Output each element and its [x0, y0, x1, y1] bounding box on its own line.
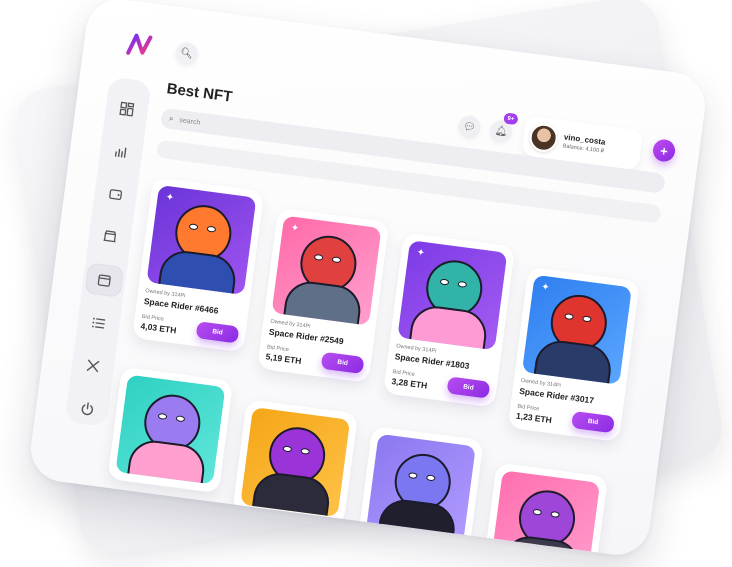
- tools-icon[interactable]: [73, 348, 113, 384]
- nft-image: [490, 470, 601, 559]
- nft-image: [365, 433, 476, 544]
- add-button[interactable]: +: [651, 138, 677, 163]
- nft-image: [115, 374, 226, 485]
- avatar: [527, 122, 560, 154]
- nft-image: ✦: [271, 215, 382, 326]
- nft-card[interactable]: [357, 425, 484, 553]
- dashboard-icon[interactable]: [107, 91, 147, 127]
- nft-image: ✦: [146, 184, 257, 295]
- bid-button[interactable]: Bid: [571, 410, 615, 434]
- shop-icon[interactable]: [90, 220, 130, 256]
- tablet-device: 🔍︎ Best NFT 💬︎ 🔔︎ 9+ vino_costa Balance:…: [26, 0, 710, 559]
- power-icon[interactable]: [68, 391, 108, 427]
- page-title: Best NFT: [165, 80, 234, 106]
- nft-card[interactable]: [482, 462, 608, 559]
- nft-card[interactable]: ✦ Owned by 314Pi Space Rider #1803 Bid P…: [382, 232, 516, 408]
- nft-card[interactable]: ✦ Owned by 314Pi Space Rider #2549 Bid P…: [257, 207, 390, 383]
- search-placeholder: search: [178, 116, 201, 127]
- app-mockup: 🔍︎ Best NFT 💬︎ 🔔︎ 9+ vino_costa Balance:…: [0, 0, 732, 567]
- app-logo[interactable]: [122, 28, 156, 62]
- nft-card[interactable]: ✦ Owned by 314Pi Space Rider #3017 Bid P…: [507, 266, 640, 443]
- gallery-icon[interactable]: [84, 262, 125, 299]
- bid-button[interactable]: Bid: [320, 351, 365, 375]
- chat-icon[interactable]: 💬︎: [457, 114, 482, 140]
- list-icon[interactable]: [79, 305, 119, 341]
- main-content: Best NFT 💬︎ 🔔︎ 9+ vino_costa Balance: 4,…: [107, 76, 682, 559]
- nft-card[interactable]: ✦ Owned by 314Pi Space Rider #6466 Bid P…: [132, 177, 265, 353]
- nft-card[interactable]: [107, 366, 234, 494]
- nft-image: ✦: [521, 274, 632, 385]
- bid-button[interactable]: Bid: [195, 321, 240, 344]
- stats-icon[interactable]: [101, 134, 141, 170]
- nft-image: [240, 407, 351, 518]
- bid-button[interactable]: Bid: [446, 376, 491, 399]
- notification-badge: 9+: [503, 112, 519, 126]
- wallet-icon[interactable]: [96, 177, 136, 213]
- nft-grid: ✦ Owned by 314Pi Space Rider #6466 Bid P…: [107, 153, 672, 559]
- nft-image: ✦: [397, 240, 508, 351]
- search-icon: ⌕: [168, 113, 175, 124]
- search-icon[interactable]: 🔍︎: [174, 41, 199, 66]
